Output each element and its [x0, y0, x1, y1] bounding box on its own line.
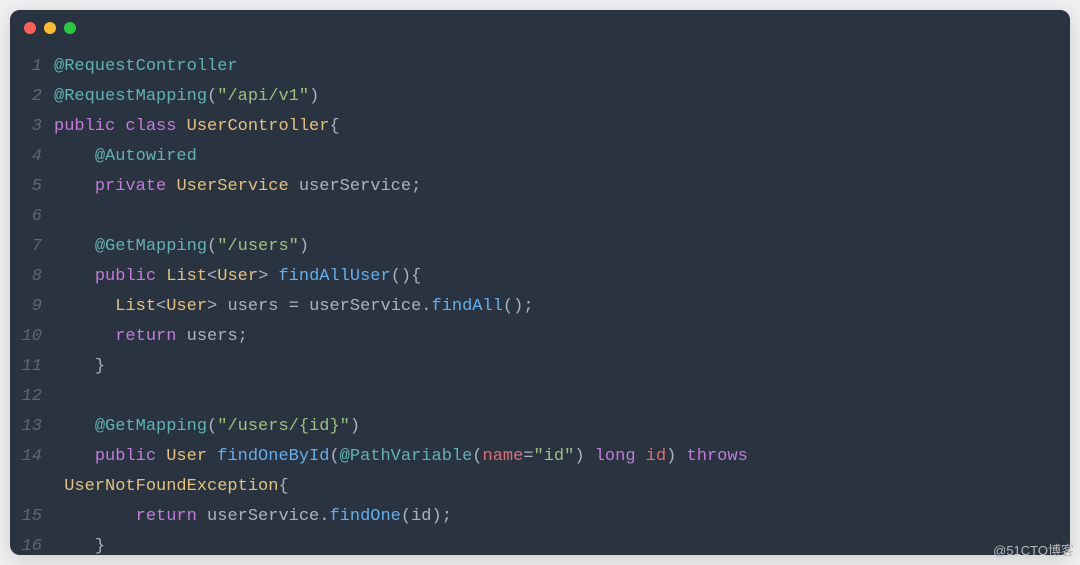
window-titlebar	[10, 10, 1070, 46]
code-line: UserNotFoundException{	[54, 472, 1070, 502]
watermark-text: @51CTO博客	[993, 540, 1074, 559]
line-number: 7	[10, 232, 42, 262]
line-number: 11	[10, 352, 42, 382]
code-line: @RequestController	[54, 52, 1070, 82]
minimize-icon[interactable]	[44, 22, 56, 34]
code-area: 1234567891011121314151617 @RequestContro…	[10, 46, 1070, 555]
code-line: return users;	[54, 322, 1070, 352]
code-line: @GetMapping("/users/{id}")	[54, 412, 1070, 442]
line-number: 14	[10, 442, 42, 472]
line-number: 13	[10, 412, 42, 442]
line-number: 2	[10, 82, 42, 112]
close-icon[interactable]	[24, 22, 36, 34]
code-line: @Autowired	[54, 142, 1070, 172]
code-line	[54, 382, 1070, 412]
code-line	[54, 202, 1070, 232]
code-line: }	[54, 532, 1070, 555]
code-line: List<User> users = userService.findAll()…	[54, 292, 1070, 322]
line-number: 16	[10, 532, 42, 555]
code-content[interactable]: @RequestController@RequestMapping("/api/…	[54, 52, 1070, 555]
code-line: private UserService userService;	[54, 172, 1070, 202]
code-line: public class UserController{	[54, 112, 1070, 142]
line-number: 12	[10, 382, 42, 412]
line-number	[10, 472, 42, 502]
line-number: 1	[10, 52, 42, 82]
line-number: 10	[10, 322, 42, 352]
code-editor-window: 1234567891011121314151617 @RequestContro…	[10, 10, 1070, 555]
line-number: 15	[10, 502, 42, 532]
maximize-icon[interactable]	[64, 22, 76, 34]
line-number-gutter: 1234567891011121314151617	[10, 52, 54, 555]
code-line: return userService.findOne(id);	[54, 502, 1070, 532]
line-number: 5	[10, 172, 42, 202]
line-number: 9	[10, 292, 42, 322]
code-line: @GetMapping("/users")	[54, 232, 1070, 262]
line-number: 8	[10, 262, 42, 292]
line-number: 4	[10, 142, 42, 172]
code-line: }	[54, 352, 1070, 382]
code-line: public User findOneById(@PathVariable(na…	[54, 442, 1070, 472]
line-number: 3	[10, 112, 42, 142]
code-line: public List<User> findAllUser(){	[54, 262, 1070, 292]
code-line: @RequestMapping("/api/v1")	[54, 82, 1070, 112]
line-number: 6	[10, 202, 42, 232]
